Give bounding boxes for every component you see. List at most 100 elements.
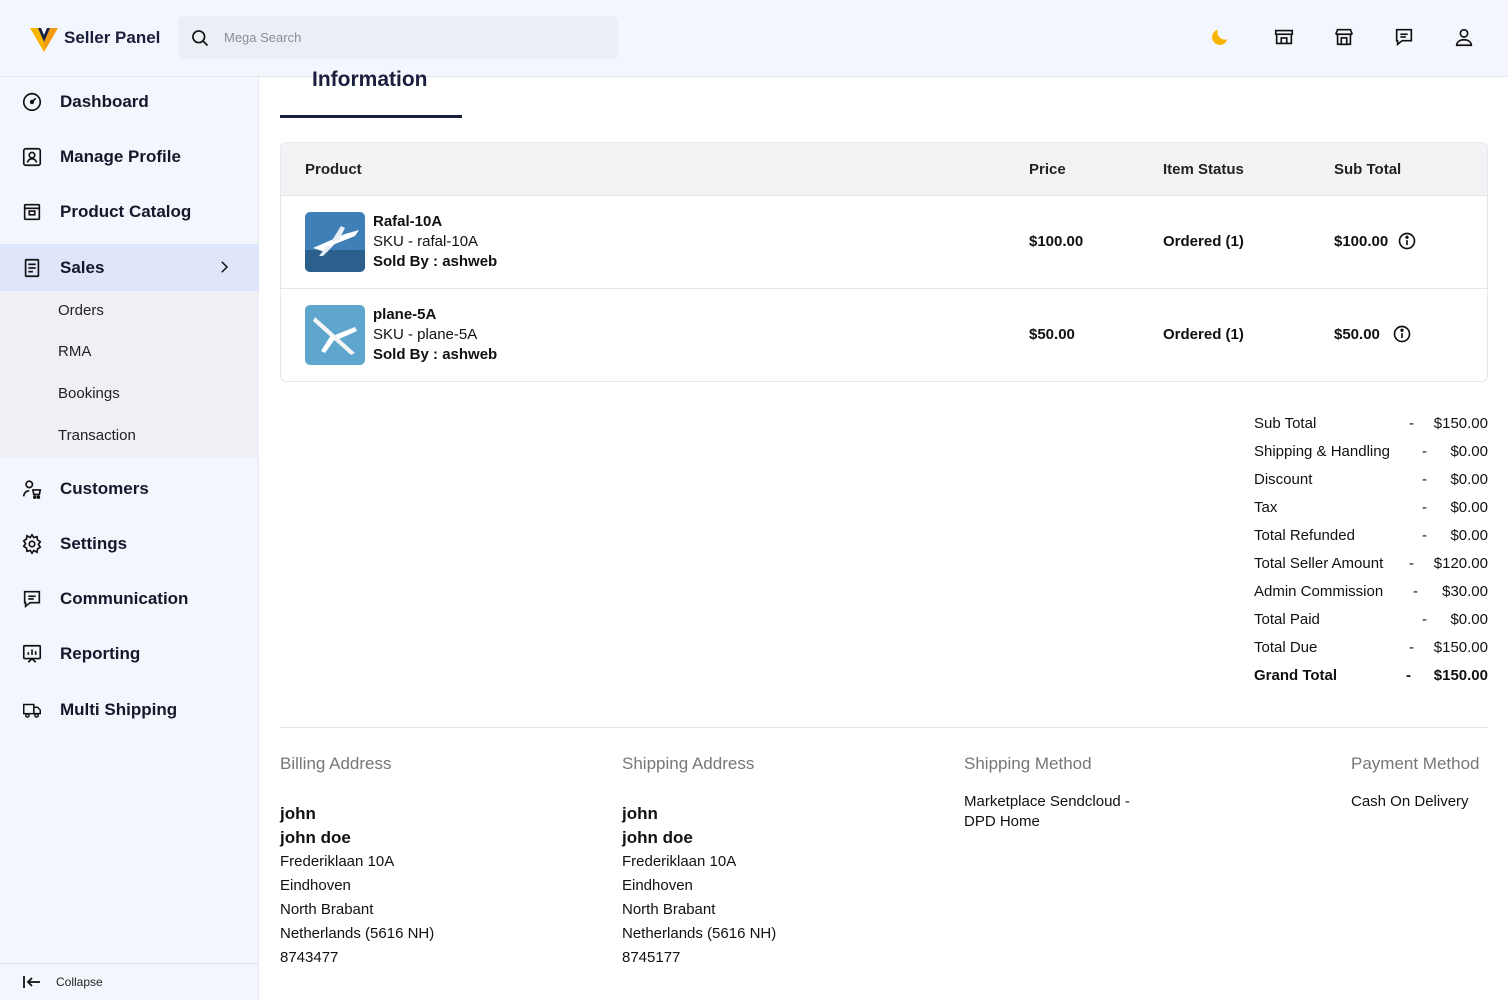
product-name[interactable]: Rafal-10A bbox=[373, 213, 442, 230]
product-sold-by: Sold By : ashweb bbox=[373, 346, 498, 363]
shipping-street: Frederiklaan 10A bbox=[622, 853, 737, 870]
tab-information[interactable]: Information bbox=[312, 68, 428, 92]
sidebar-item-manage-profile[interactable]: Manage Profile bbox=[0, 133, 259, 180]
shipping-phone: 8745177 bbox=[622, 949, 681, 966]
sidebar-item-dashboard[interactable]: Dashboard bbox=[0, 78, 259, 125]
total-row-due: Total Due - $150.00 bbox=[1254, 639, 1488, 656]
header-sub-total: Sub Total bbox=[1334, 161, 1402, 178]
info-icon[interactable] bbox=[1392, 324, 1412, 344]
product-name[interactable]: plane-5A bbox=[373, 306, 436, 323]
sidebar-item-reporting[interactable]: Reporting bbox=[0, 630, 259, 677]
product-thumbnail[interactable] bbox=[305, 212, 365, 272]
billing-region: North Brabant bbox=[280, 901, 374, 918]
top-header: Seller Panel bbox=[0, 0, 1508, 77]
profile-icon bbox=[20, 145, 44, 169]
chevron-right-icon bbox=[221, 261, 229, 273]
billing-first-name: john bbox=[280, 804, 316, 823]
sidebar-item-label: Customers bbox=[60, 478, 149, 498]
total-row-refunded: Total Refunded - $0.00 bbox=[1254, 527, 1488, 544]
total-row-paid: Total Paid - $0.00 bbox=[1254, 611, 1488, 628]
item-status: Ordered (1) bbox=[1163, 326, 1244, 343]
payment-method-value: Cash On Delivery bbox=[1351, 793, 1469, 810]
shipping-address-title: Shipping Address bbox=[622, 754, 755, 773]
sidebar-item-sales[interactable]: Sales bbox=[0, 244, 259, 291]
sidebar-item-settings[interactable]: Settings bbox=[0, 520, 259, 567]
reporting-icon bbox=[20, 642, 44, 666]
payment-method-title: Payment Method bbox=[1351, 754, 1480, 773]
sidebar: Dashboard Manage Profile Product Catalog… bbox=[0, 77, 259, 1000]
product-price: $100.00 bbox=[1029, 233, 1084, 250]
table-header: Product Price Item Status Sub Total bbox=[281, 143, 1487, 196]
billing-city: Eindhoven bbox=[280, 877, 351, 894]
sales-icon bbox=[20, 256, 44, 280]
total-row-grand-total: Grand Total - $150.00 bbox=[1254, 667, 1488, 684]
billing-country: Netherlands (5616 NH) bbox=[280, 925, 435, 942]
search-icon bbox=[192, 29, 209, 46]
sidebar-item-label: Multi Shipping bbox=[60, 699, 178, 719]
truck-icon bbox=[20, 698, 44, 722]
header-price: Price bbox=[1029, 161, 1066, 178]
product-thumbnail[interactable] bbox=[305, 305, 365, 365]
header-product: Product bbox=[305, 161, 362, 178]
table-row: Rafal-10A SKU - rafal-10A Sold By : ashw… bbox=[281, 196, 1487, 289]
collapse-button[interactable]: Collapse bbox=[0, 963, 259, 1000]
tab-underline bbox=[280, 115, 462, 118]
app-title: Seller Panel bbox=[64, 28, 161, 47]
collapse-icon bbox=[23, 976, 40, 988]
product-sku: SKU - plane-5A bbox=[373, 326, 478, 343]
table-row: plane-5A SKU - plane-5A Sold By : ashweb… bbox=[281, 289, 1487, 381]
submenu-item-transaction[interactable]: Transaction bbox=[58, 427, 136, 444]
total-row-shipping: Shipping & Handling - $0.00 bbox=[1254, 443, 1488, 460]
section-divider bbox=[280, 727, 1488, 728]
logo[interactable]: Seller Panel bbox=[28, 22, 160, 54]
moon-icon[interactable] bbox=[1207, 24, 1233, 50]
sidebar-item-label: Manage Profile bbox=[60, 146, 181, 166]
user-icon[interactable] bbox=[1451, 24, 1477, 50]
product-sku: SKU - rafal-10A bbox=[373, 233, 479, 250]
sidebar-item-multi-shipping[interactable]: Multi Shipping bbox=[0, 686, 259, 733]
billing-street: Frederiklaan 10A bbox=[280, 853, 395, 870]
sidebar-item-label: Sales bbox=[60, 257, 105, 277]
billing-full-name: john doe bbox=[280, 828, 351, 847]
shipping-city: Eindhoven bbox=[622, 877, 693, 894]
row-subtotal: $50.00 bbox=[1334, 326, 1380, 343]
shipping-full-name: john doe bbox=[622, 828, 693, 847]
submenu-item-bookings[interactable]: Bookings bbox=[58, 385, 120, 402]
chat-icon[interactable] bbox=[1391, 24, 1417, 50]
shipping-region: North Brabant bbox=[622, 901, 716, 918]
sidebar-item-label: Dashboard bbox=[60, 91, 149, 111]
order-items-table: Product Price Item Status Sub Total Rafa… bbox=[280, 142, 1488, 382]
submenu-item-rma[interactable]: RMA bbox=[58, 343, 91, 360]
product-sold-by: Sold By : ashweb bbox=[373, 253, 498, 270]
row-subtotal: $100.00 bbox=[1334, 233, 1389, 250]
total-row-discount: Discount - $0.00 bbox=[1254, 471, 1488, 488]
sidebar-item-product-catalog[interactable]: Product Catalog bbox=[0, 188, 259, 235]
billing-phone: 8743477 bbox=[280, 949, 339, 966]
submenu-item-orders[interactable]: Orders bbox=[58, 302, 104, 319]
header-item-status: Item Status bbox=[1163, 161, 1244, 178]
total-row-tax: Tax - $0.00 bbox=[1254, 499, 1488, 516]
info-icon[interactable] bbox=[1397, 231, 1417, 251]
billing-address-title: Billing Address bbox=[280, 754, 392, 773]
sidebar-item-customers[interactable]: Customers bbox=[0, 465, 259, 512]
store-icon[interactable] bbox=[1271, 24, 1297, 50]
logo-mark-icon bbox=[30, 28, 58, 52]
sidebar-item-communication[interactable]: Communication bbox=[0, 575, 259, 622]
search-input[interactable] bbox=[224, 30, 604, 45]
shipping-method-title: Shipping Method bbox=[964, 754, 1092, 773]
catalog-icon bbox=[20, 200, 44, 224]
shipping-method-line1: Marketplace Sendcloud - bbox=[964, 793, 1130, 810]
total-row-sub-total: Sub Total - $150.00 bbox=[1254, 415, 1488, 432]
item-status: Ordered (1) bbox=[1163, 233, 1244, 250]
total-row-seller-amount: Total Seller Amount - $120.00 bbox=[1254, 555, 1488, 572]
shop-icon[interactable] bbox=[1331, 24, 1357, 50]
mega-search[interactable] bbox=[178, 16, 618, 59]
sidebar-item-label: Communication bbox=[60, 588, 189, 608]
sidebar-item-label: Product Catalog bbox=[60, 201, 192, 221]
shipping-first-name: john bbox=[622, 804, 658, 823]
sidebar-item-label: Reporting bbox=[60, 643, 141, 663]
product-price: $50.00 bbox=[1029, 326, 1075, 343]
collapse-label: Collapse bbox=[56, 975, 103, 989]
total-row-admin-commission: Admin Commission - $30.00 bbox=[1254, 583, 1488, 600]
sidebar-item-label: Settings bbox=[60, 533, 128, 553]
